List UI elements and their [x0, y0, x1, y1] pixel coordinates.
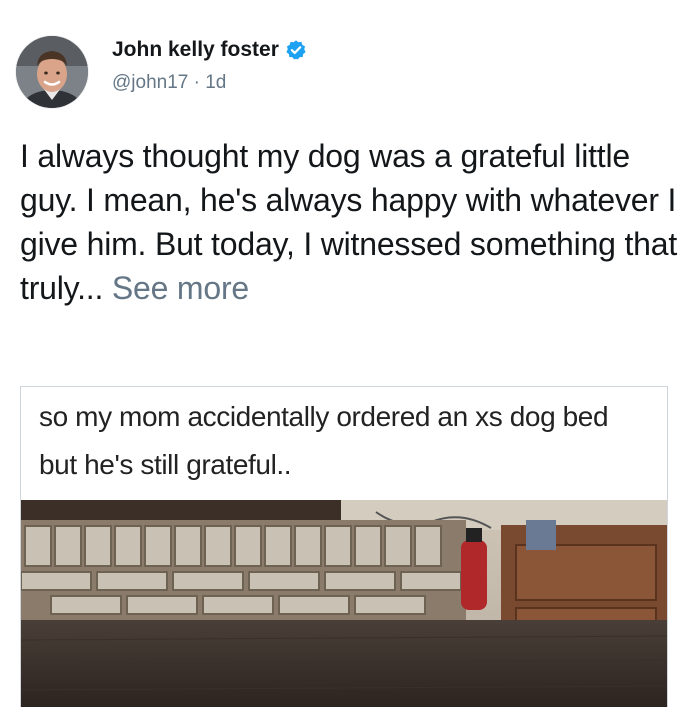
photo[interactable]: [21, 500, 667, 707]
author-name-row[interactable]: John kelly foster: [112, 38, 307, 62]
see-more-link[interactable]: See more: [112, 270, 249, 306]
tweet-card: John kelly foster @john17 · 1d I always …: [0, 0, 700, 707]
tweet-timestamp[interactable]: 1d: [205, 72, 226, 93]
avatar[interactable]: [16, 36, 88, 108]
verified-badge-icon: [285, 39, 307, 61]
meta-separator: ·: [193, 72, 200, 93]
author-handle[interactable]: @john17: [112, 72, 188, 93]
author-meta: @john17 · 1d: [112, 72, 226, 94]
dog-bed-photo-icon: [21, 500, 667, 707]
image-caption: so my mom accidentally ordered an xs dog…: [39, 401, 609, 480]
media-card[interactable]: so my mom accidentally ordered an xs dog…: [20, 386, 668, 707]
tweet-text: I always thought my dog was a grateful l…: [20, 134, 685, 310]
profile-photo-icon: [16, 36, 88, 108]
author-name[interactable]: John kelly foster: [112, 38, 279, 62]
